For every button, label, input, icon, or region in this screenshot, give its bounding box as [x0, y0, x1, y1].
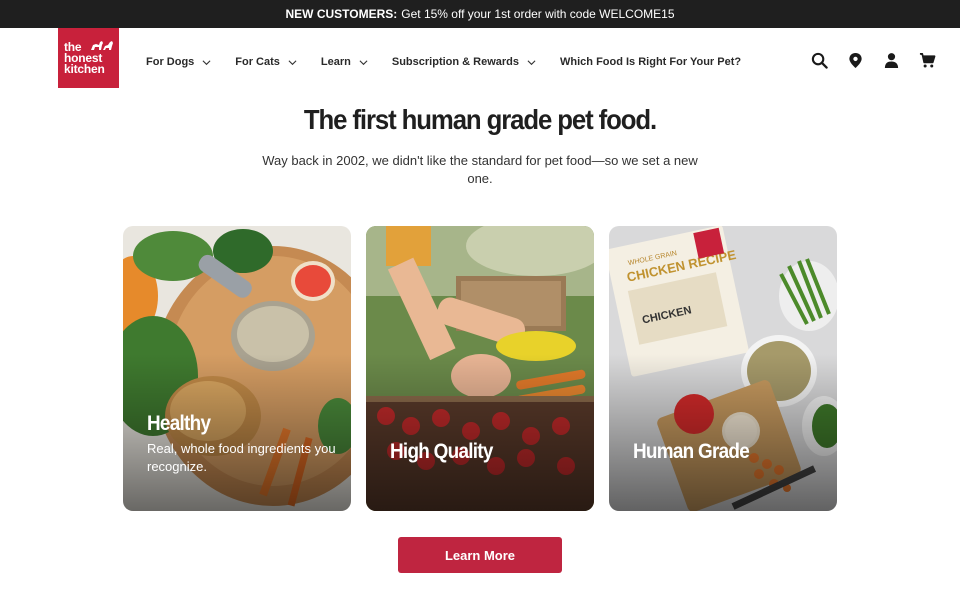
card-title: High Quality — [390, 440, 493, 463]
promo-banner: NEW CUSTOMERS: Get 15% off your 1st orde… — [0, 0, 960, 28]
cart-icon[interactable] — [919, 52, 936, 69]
card-title: Healthy — [147, 412, 211, 435]
nav-which-food[interactable]: Which Food Is Right For Your Pet? — [560, 56, 741, 68]
promo-label: NEW CUSTOMERS: — [285, 7, 398, 21]
nav-for-dogs[interactable]: For Dogs — [146, 56, 211, 68]
chevron-down-icon — [288, 59, 297, 65]
card-healthy[interactable]: Healthy Real, whole food ingredients you… — [123, 226, 351, 511]
site-header: the honest kitchen For Dogs For Cats Lea… — [0, 28, 960, 96]
learn-more-button[interactable]: Learn More — [398, 537, 562, 573]
nav-label: Which Food Is Right For Your Pet? — [560, 56, 742, 68]
nav-label: Learn — [320, 56, 351, 68]
search-icon[interactable] — [811, 52, 828, 69]
dog-silhouette-icon — [91, 41, 113, 50]
nav-learn[interactable]: Learn — [321, 56, 368, 68]
brand-logo[interactable]: the honest kitchen — [58, 28, 119, 88]
chevron-down-icon — [202, 59, 211, 65]
nav-for-cats[interactable]: For Cats — [235, 56, 297, 68]
card-shade — [366, 354, 594, 511]
account-icon[interactable] — [883, 52, 900, 69]
promo-text: Get 15% off your 1st order with code WEL… — [401, 7, 675, 21]
nav-label: Subscription & Rewards — [391, 56, 520, 68]
feature-cards: Healthy Real, whole food ingredients you… — [123, 226, 837, 511]
nav-subscription-rewards[interactable]: Subscription & Rewards — [392, 56, 536, 68]
nav-label: For Dogs — [146, 56, 195, 68]
page-subtitle: Way back in 2002, we didn't like the sta… — [262, 153, 698, 186]
card-high-quality[interactable]: High Quality — [366, 226, 594, 511]
card-title: Human Grade — [633, 440, 750, 463]
nav-label: For Cats — [235, 56, 280, 68]
card-description: Real, whole food ingredients you recogni… — [147, 441, 336, 474]
logo-line-3: kitchen — [64, 61, 105, 76]
location-pin-icon[interactable] — [847, 52, 864, 69]
card-shade — [609, 354, 837, 511]
chevron-down-icon — [527, 59, 536, 65]
card-human-grade[interactable]: WHOLE GRAIN CHICKEN RECIPE CHICKEN Human… — [609, 226, 837, 511]
page-title: The first human grade pet food. — [303, 104, 657, 135]
header-actions — [811, 52, 936, 69]
chevron-down-icon — [359, 59, 368, 65]
main-nav: For Dogs For Cats Learn Subscription & R… — [146, 28, 765, 96]
